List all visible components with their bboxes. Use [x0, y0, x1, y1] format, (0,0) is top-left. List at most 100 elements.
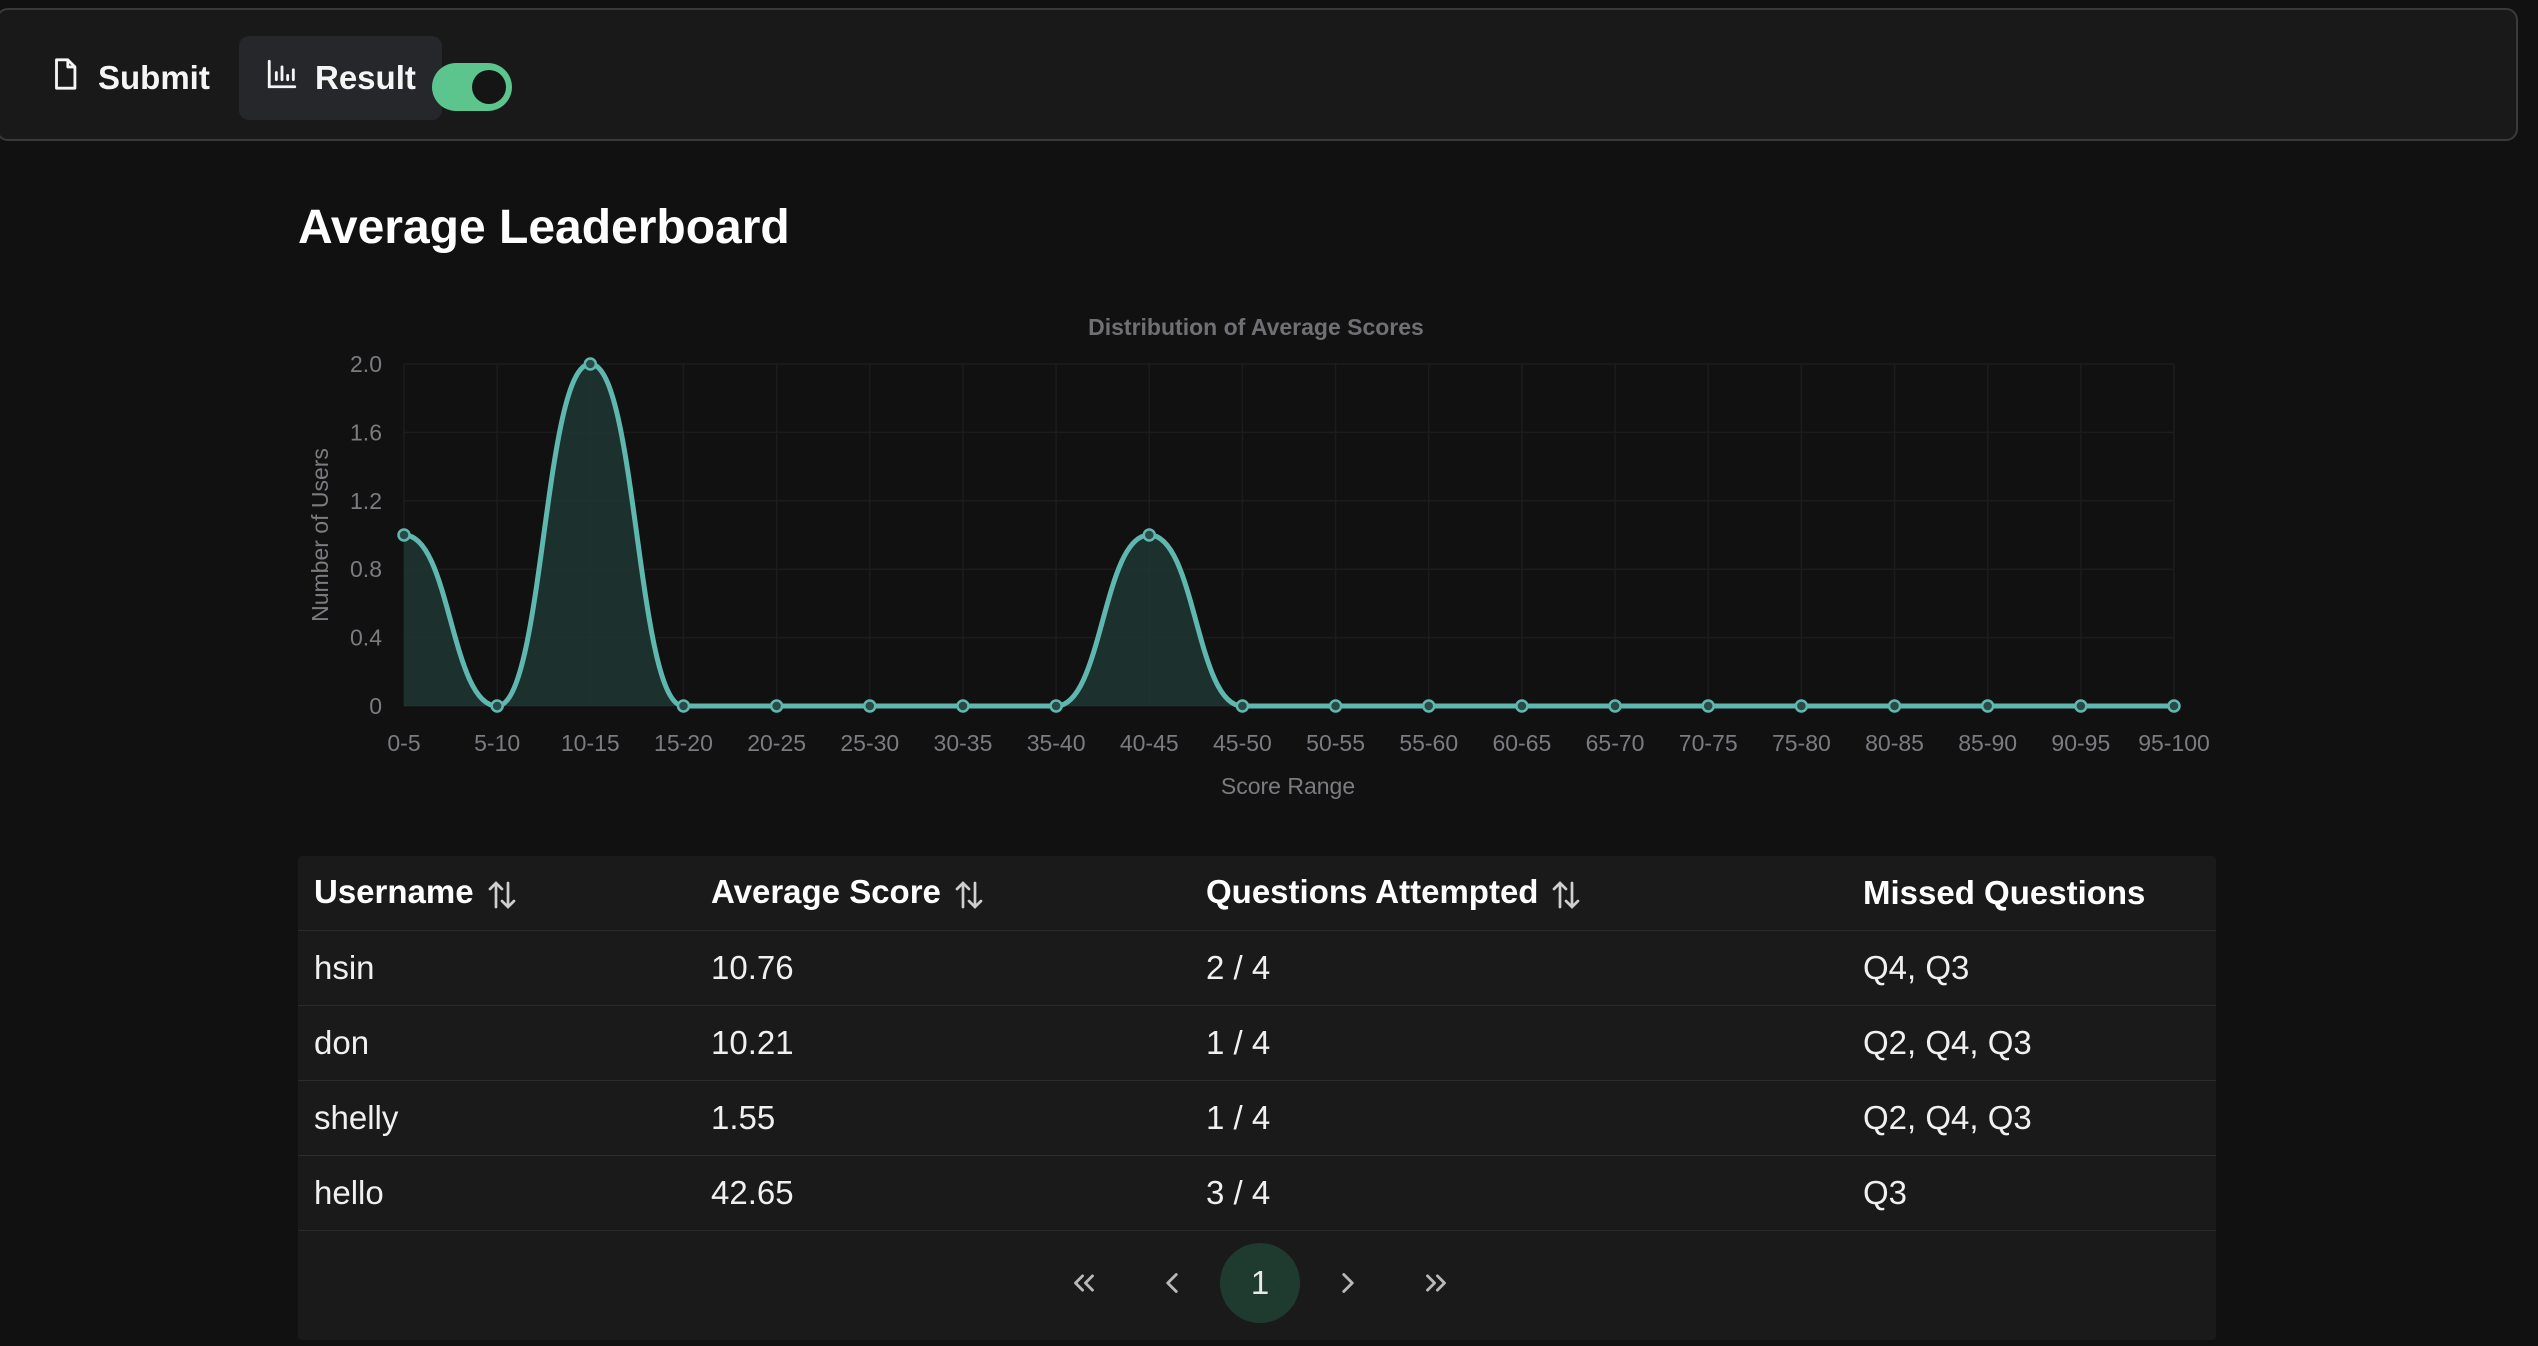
score-distribution-chart: 0 0.4 0.8 1.2 1.6 2.0 0-5 5-10 10-15 15-20 20-25 25… [298, 305, 2218, 815]
y-tick-label: 0.8 [350, 556, 382, 582]
y-tick-label: 0.4 [350, 625, 382, 651]
y-tick-label: 0 [369, 693, 382, 719]
series-area-fill [404, 364, 2174, 706]
data-point [2167, 699, 2181, 713]
data-point [769, 699, 784, 713]
x-tick-label: 0-5 [387, 730, 420, 756]
table-row: shelly 1.55 1 / 4 Q2, Q4, Q3 [298, 1080, 2216, 1156]
cell-username: shelly [298, 1080, 695, 1156]
x-tick-label: 15-20 [654, 730, 713, 756]
submit-tab-label: Submit [98, 59, 210, 96]
header-average-score[interactable]: Average Score [695, 856, 1190, 931]
header-username[interactable]: Username [298, 856, 695, 931]
x-tick-label: 70-75 [1679, 730, 1738, 756]
table-row: don 10.21 1 / 4 Q2, Q4, Q3 [298, 1005, 2216, 1081]
cell-username: don [298, 1005, 695, 1081]
x-tick-label: 90-95 [2051, 730, 2110, 756]
x-tick-label: 80-85 [1865, 730, 1924, 756]
data-point [1980, 699, 1995, 713]
y-tick-label: 2.0 [350, 351, 382, 377]
cell-username: hsin [298, 930, 695, 1006]
pagination: 1 [1040, 1242, 1480, 1324]
cell-missed-questions: Q4, Q3 [1847, 930, 2216, 1006]
x-tick-label: 50-55 [1306, 730, 1365, 756]
x-tick-label: 40-45 [1120, 730, 1179, 756]
x-tick-label: 20-25 [747, 730, 806, 756]
data-point [1049, 699, 1063, 713]
cell-questions-attempted: 1 / 4 [1190, 1005, 1847, 1081]
x-tick-label: 25-30 [840, 730, 899, 756]
cell-missed-questions: Q2, Q4, Q3 [1847, 1005, 2216, 1081]
header-username-label: Username [314, 873, 474, 911]
last-page-button[interactable] [1392, 1242, 1480, 1324]
data-point [1794, 699, 1809, 713]
chart-svg: 0 0.4 0.8 1.2 1.6 2.0 0-5 5-10 10-15 15-20 20-25 25… [307, 314, 2210, 799]
y-tick-label: 1.6 [350, 419, 382, 445]
series-line [403, 361, 2174, 709]
header-questions-attempted-label: Questions Attempted [1206, 873, 1539, 911]
sort-icon[interactable] [484, 877, 520, 913]
x-tick-label: 75-80 [1772, 730, 1831, 756]
data-point [1608, 699, 1622, 713]
data-point [397, 528, 411, 542]
x-tick-label: 30-35 [934, 730, 993, 756]
header-average-score-label: Average Score [711, 873, 941, 911]
data-point [1887, 699, 1902, 713]
x-tick-label: 10-15 [561, 730, 620, 756]
chart-title: Distribution of Average Scores [1088, 314, 1424, 340]
cell-average-score: 42.65 [695, 1155, 1190, 1231]
theme-toggle[interactable] [432, 63, 512, 111]
data-point [1235, 699, 1250, 713]
cell-missed-questions: Q3 [1847, 1155, 2216, 1231]
data-point [676, 699, 691, 713]
previous-page-button[interactable] [1128, 1242, 1216, 1324]
table-header-row: Username Average Score Questions Attempt… [298, 856, 2216, 931]
data-point [1421, 699, 1436, 713]
cell-average-score: 1.55 [695, 1080, 1190, 1156]
header-questions-attempted[interactable]: Questions Attempted [1190, 856, 1847, 931]
file-icon [48, 57, 82, 99]
header-missed-questions-label: Missed Questions [1863, 874, 2146, 911]
cell-average-score: 10.21 [695, 1005, 1190, 1081]
chevron-right-icon [1342, 1273, 1354, 1293]
data-point [1328, 699, 1343, 713]
cell-username: hello [298, 1155, 695, 1231]
cell-missed-questions: Q2, Q4, Q3 [1847, 1080, 2216, 1156]
data-point [490, 699, 504, 713]
data-point [1142, 528, 1157, 542]
sort-icon[interactable] [951, 877, 987, 913]
data-point [2074, 699, 2088, 713]
table-row: hello 42.65 3 / 4 Q3 [298, 1155, 2216, 1231]
page-title: Average Leaderboard [298, 201, 790, 254]
first-page-button[interactable] [1040, 1242, 1128, 1324]
header-missed-questions: Missed Questions [1847, 856, 2216, 931]
data-point [583, 357, 598, 371]
x-tick-label: 55-60 [1399, 730, 1458, 756]
chevrons-left-icon [1074, 1274, 1094, 1292]
toggle-knob [472, 70, 506, 104]
cell-questions-attempted: 3 / 4 [1190, 1155, 1847, 1231]
y-tick-label: 1.2 [350, 488, 382, 514]
result-tab[interactable]: Result [239, 36, 442, 120]
chevron-left-icon [1166, 1273, 1178, 1293]
chevrons-right-icon [1426, 1274, 1446, 1292]
x-tick-label: 5-10 [474, 730, 520, 756]
data-point [1701, 699, 1715, 713]
sort-icon[interactable] [1548, 877, 1584, 913]
cell-average-score: 10.76 [695, 930, 1190, 1006]
cell-questions-attempted: 2 / 4 [1190, 930, 1847, 1006]
cell-questions-attempted: 1 / 4 [1190, 1080, 1847, 1156]
x-tick-label: 65-70 [1586, 730, 1645, 756]
current-page-button[interactable]: 1 [1220, 1243, 1300, 1323]
y-axis-label: Number of Users [307, 448, 333, 622]
table-row: hsin 10.76 2 / 4 Q4, Q3 [298, 930, 2216, 1006]
x-axis-label: Score Range [1221, 773, 1355, 799]
x-tick-label: 95-100 [2138, 730, 2210, 756]
x-tick-label: 45-50 [1213, 730, 1272, 756]
x-tick-label: 60-65 [1492, 730, 1551, 756]
top-navigation-bar: Submit Result [0, 8, 2518, 141]
submit-tab[interactable]: Submit [22, 36, 236, 120]
x-tick-label: 85-90 [1958, 730, 2017, 756]
data-point [863, 699, 877, 713]
next-page-button[interactable] [1304, 1242, 1392, 1324]
